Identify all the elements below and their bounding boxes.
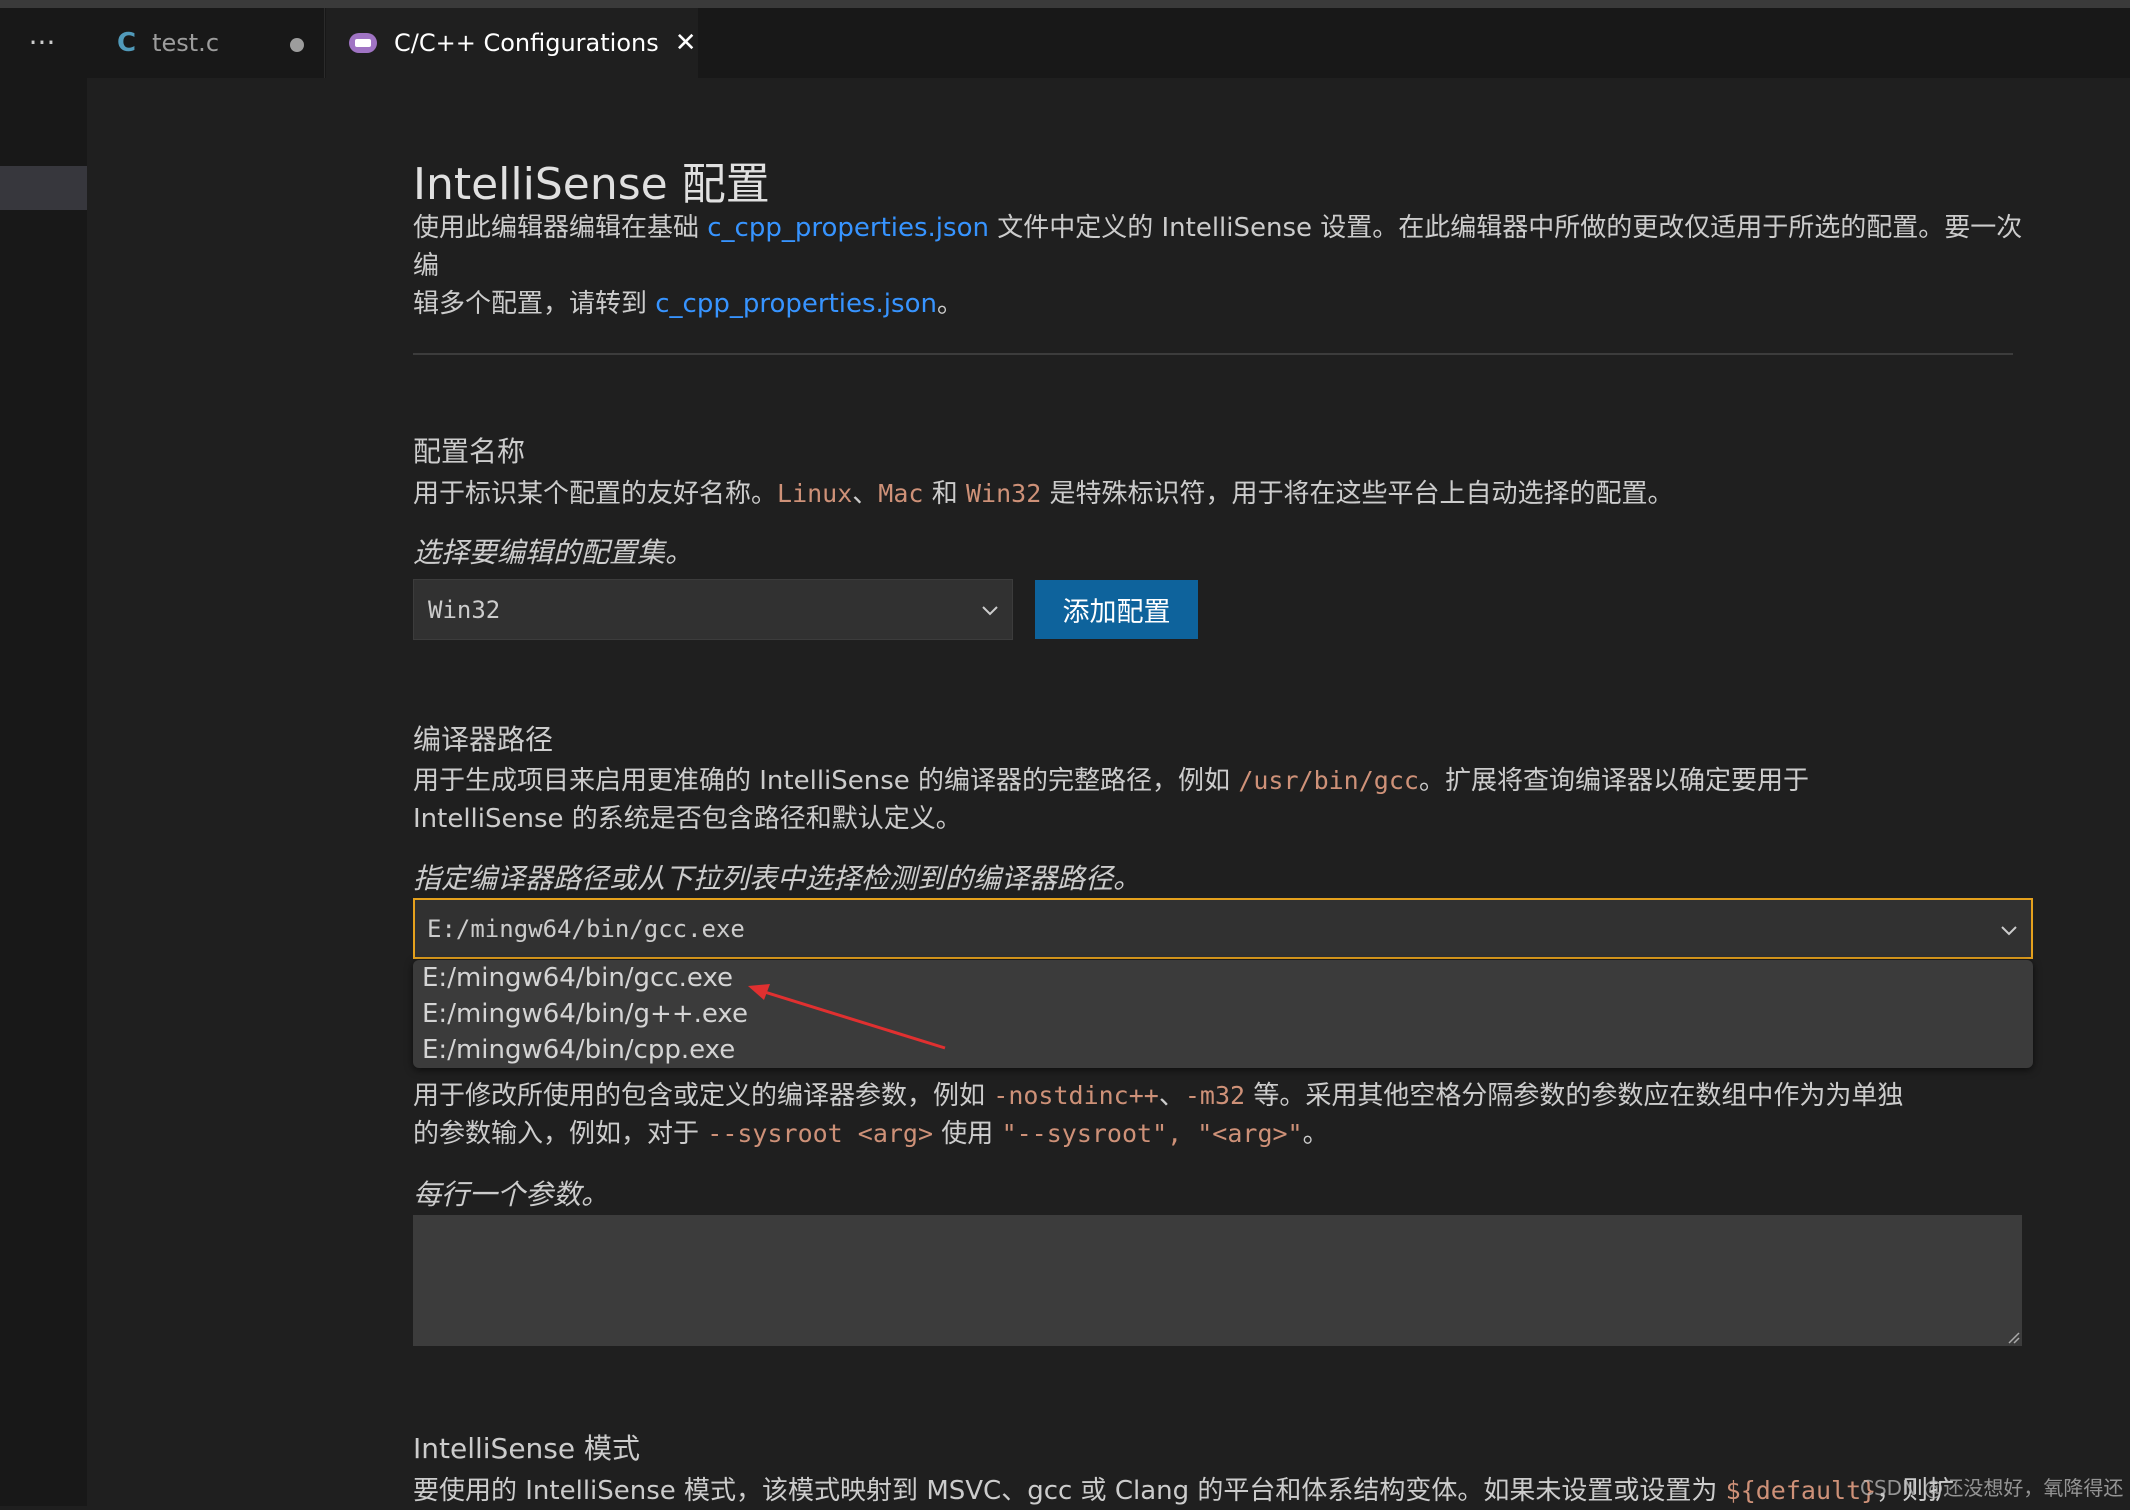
desc-text: 、 [852, 479, 879, 509]
dropdown-option[interactable]: E:/mingw64/bin/gcc.exe [422, 960, 733, 996]
properties-json-link-2[interactable]: c_cpp_properties.json [655, 289, 937, 319]
cpp-config-icon [349, 33, 377, 53]
tab-cpp-configurations[interactable]: C/C++ Configurations ✕ [326, 8, 698, 78]
desc-text: 。扩展将查询编译器以确定要用于 [1418, 766, 1809, 796]
activity-bar [0, 78, 87, 1506]
compiler-path-heading: 编译器路径 [413, 723, 554, 756]
desc-text: 要使用的 IntelliSense 模式，该模式映射到 MSVC、gcc 或 C… [413, 1476, 1726, 1506]
code-mac: Mac [878, 479, 924, 508]
intro-text: 。 [936, 289, 963, 319]
desc-text: 用于修改所使用的包含或定义的编译器参数，例如 [413, 1081, 994, 1111]
compiler-path-value: E:/mingw64/bin/gcc.exe [427, 914, 745, 943]
code-win32: Win32 [965, 479, 1042, 508]
code-default: ${default} [1725, 1476, 1877, 1505]
unsaved-dot-icon[interactable] [290, 38, 304, 52]
chevron-down-icon[interactable] [1997, 918, 2021, 942]
desc-text: 、 [1158, 1081, 1185, 1111]
config-name-hint: 选择要编辑的配置集。 [413, 536, 694, 569]
desc-text: 用于生成项目来启用更准确的 IntelliSense 的编译器的完整路径，例如 [413, 766, 1239, 796]
compiler-path-description: 用于生成项目来启用更准确的 IntelliSense 的编译器的完整路径，例如 … [413, 762, 2033, 838]
properties-json-link[interactable]: c_cpp_properties.json [707, 213, 989, 243]
chevron-down-icon [982, 606, 998, 616]
tab-label: test.c [152, 29, 220, 57]
activity-bar-selected-item[interactable] [0, 166, 87, 210]
config-name-description: 用于标识某个配置的友好名称。Linux、Mac 和 Win32 是特殊标识符，用… [413, 475, 2033, 513]
config-select[interactable]: Win32 [413, 579, 1013, 640]
resize-handle-icon[interactable] [2006, 1330, 2020, 1344]
c-file-icon: C [117, 28, 137, 58]
code-sysroot-args: "--sysroot", "<arg>" [1001, 1119, 1303, 1148]
code-sysroot: --sysroot <arg> [707, 1119, 934, 1148]
dropdown-option[interactable]: E:/mingw64/bin/cpp.exe [422, 1032, 735, 1068]
compiler-path-input[interactable]: E:/mingw64/bin/gcc.exe [413, 898, 2033, 959]
compiler-path-hint: 指定编译器路径或从下拉列表中选择检测到的编译器路径。 [413, 862, 1142, 895]
code-nostdinc: -nostdinc++ [993, 1081, 1159, 1110]
code-linux: Linux [777, 479, 853, 508]
watermark: CSDN @还没想好，氧降得还 [1860, 1476, 2124, 1500]
section-divider [413, 353, 2013, 355]
close-icon[interactable]: ✕ [675, 28, 697, 58]
compiler-args-description: 用于修改所使用的包含或定义的编译器参数，例如 -nostdinc++、-m32 … [413, 1077, 2033, 1153]
page-title: IntelliSense 配置 [413, 159, 770, 210]
desc-text: 。 [1302, 1119, 1329, 1149]
compiler-args-textarea[interactable] [413, 1215, 2022, 1346]
intellisense-mode-description: 要使用的 IntelliSense 模式，该模式映射到 MSVC、gcc 或 C… [413, 1472, 2033, 1510]
code-gcc-path: /usr/bin/gcc [1238, 766, 1419, 795]
compiler-args-hint: 每行一个参数。 [413, 1178, 610, 1211]
desc-text: IntelliSense 的系统是否包含路径和默认定义。 [413, 804, 962, 834]
tab-test-c[interactable]: C test.c [87, 8, 325, 78]
desc-text: 使用 [933, 1119, 1002, 1149]
desc-text: 的参数输入，例如，对于 [413, 1119, 708, 1149]
desc-text: 用于标识某个配置的友好名称。 [413, 479, 778, 509]
annotation-arrow [748, 984, 946, 1050]
window-top-strip [0, 0, 2130, 8]
desc-text: 是特殊标识符，用于将在这些平台上自动选择的配置。 [1041, 479, 1674, 509]
config-name-heading: 配置名称 [413, 435, 526, 468]
intellisense-mode-heading: IntelliSense 模式 [413, 1432, 641, 1465]
code-m32: -m32 [1184, 1081, 1246, 1110]
intro-text: 使用此编辑器编辑在基础 [413, 213, 708, 243]
page-intro: 使用此编辑器编辑在基础 c_cpp_properties.json 文件中定义的… [413, 209, 2033, 323]
config-select-value: Win32 [428, 595, 501, 624]
dropdown-option[interactable]: E:/mingw64/bin/g++.exe [422, 996, 748, 1032]
desc-text: 等。采用其他空格分隔参数的参数应在数组中作为为单独 [1245, 1081, 1904, 1111]
desc-text: 和 [923, 479, 966, 509]
more-actions-icon[interactable]: ··· [22, 8, 62, 78]
tab-label: C/C++ Configurations [394, 29, 659, 57]
add-configuration-button[interactable]: 添加配置 [1035, 580, 1198, 639]
compiler-path-dropdown: E:/mingw64/bin/gcc.exe E:/mingw64/bin/g+… [413, 960, 2033, 1068]
intro-text: 辑多个配置，请转到 [413, 289, 656, 319]
